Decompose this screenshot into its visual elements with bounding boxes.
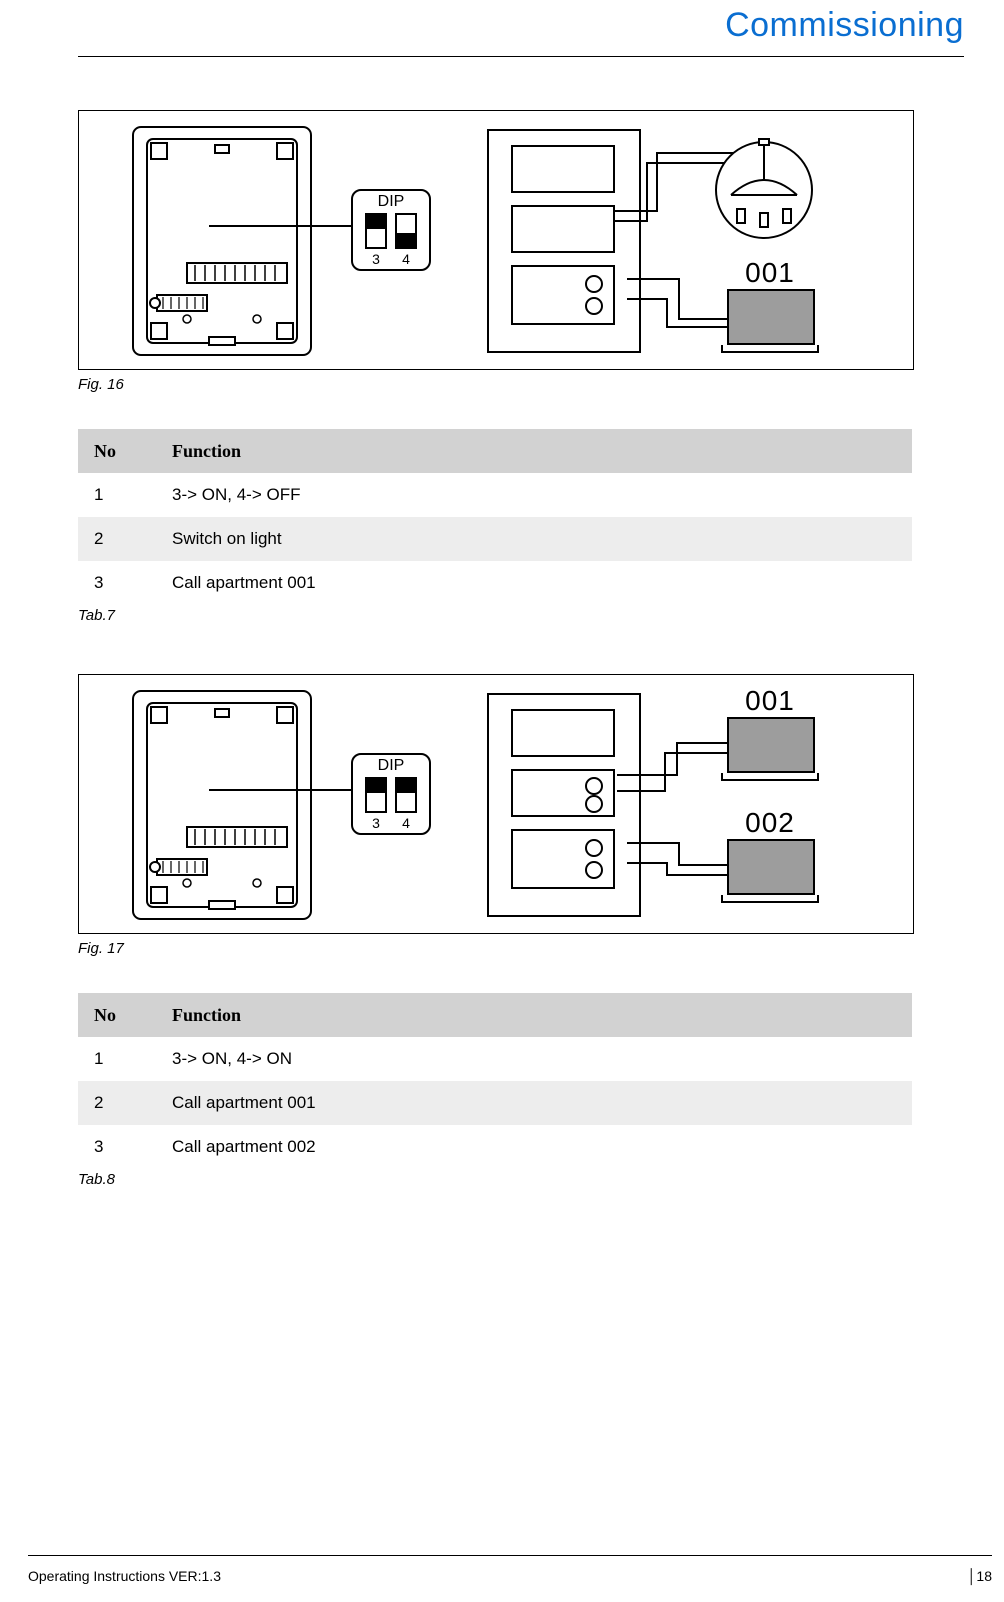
device-back-icon [123, 123, 321, 359]
footer-page: │18 [968, 1568, 992, 1584]
monitor-label: 001 [727, 257, 813, 289]
row-function: Call apartment 002 [164, 1125, 912, 1169]
dip-label: DIP [353, 757, 429, 775]
table-8: No Function 1 3-> ON, 4-> ON 2 Call apar… [78, 993, 912, 1169]
indoor-monitor-001: 001 [727, 257, 813, 353]
row-function: Call apartment 001 [164, 561, 912, 605]
row-no: 3 [78, 561, 164, 605]
figure-16: DIP 3 4 [78, 110, 914, 370]
dip-label: DIP [353, 193, 429, 211]
ceiling-lamp-icon [709, 135, 819, 250]
outdoor-panel-icon [487, 693, 641, 917]
row-function: Switch on light [164, 517, 912, 561]
table-row: 3 Call apartment 001 [78, 561, 912, 605]
dip-switch-3 [365, 777, 387, 813]
row-function: 3-> ON, 4-> OFF [164, 473, 912, 517]
dip-num-4: 4 [397, 251, 415, 267]
indoor-monitor-001: 001 [727, 685, 813, 781]
dip-wire [209, 225, 355, 227]
table-caption: Tab.7 [78, 607, 910, 624]
figure-caption: Fig. 17 [78, 940, 910, 957]
figure-caption: Fig. 16 [78, 376, 910, 393]
footer-rule [28, 1555, 992, 1556]
page-title: Commissioning [725, 6, 964, 45]
dip-switch-block: DIP 3 4 [351, 189, 431, 271]
table-row: 1 3-> ON, 4-> ON [78, 1037, 912, 1081]
device-back-icon [123, 687, 321, 923]
dip-num-4: 4 [397, 815, 415, 831]
dip-num-3: 3 [367, 251, 385, 267]
table-header-function: Function [164, 429, 912, 473]
row-no: 3 [78, 1125, 164, 1169]
table-caption: Tab.8 [78, 1171, 910, 1188]
table-row: 2 Switch on light [78, 517, 912, 561]
row-no: 1 [78, 473, 164, 517]
row-no: 2 [78, 1081, 164, 1125]
table-7: No Function 1 3-> ON, 4-> OFF 2 Switch o… [78, 429, 912, 605]
dip-switch-block: DIP 3 4 [351, 753, 431, 835]
dip-num-3: 3 [367, 815, 385, 831]
footer-version: Operating Instructions VER:1.3 [28, 1568, 221, 1584]
indoor-monitor-002: 002 [727, 807, 813, 903]
dip-switch-4 [395, 213, 417, 249]
monitor-label: 001 [727, 685, 813, 717]
figure-17: DIP 3 4 [78, 674, 914, 934]
row-no: 1 [78, 1037, 164, 1081]
outdoor-panel-icon [487, 129, 641, 353]
table-header-no: No [78, 429, 164, 473]
table-row: 2 Call apartment 001 [78, 1081, 912, 1125]
header-rule [78, 56, 964, 57]
dip-wire [209, 789, 355, 791]
row-no: 2 [78, 517, 164, 561]
dip-switch-3 [365, 213, 387, 249]
table-header-function: Function [164, 993, 912, 1037]
row-function: Call apartment 001 [164, 1081, 912, 1125]
monitor-label: 002 [727, 807, 813, 839]
table-row: 3 Call apartment 002 [78, 1125, 912, 1169]
row-function: 3-> ON, 4-> ON [164, 1037, 912, 1081]
table-row: 1 3-> ON, 4-> OFF [78, 473, 912, 517]
table-header-no: No [78, 993, 164, 1037]
dip-switch-4 [395, 777, 417, 813]
